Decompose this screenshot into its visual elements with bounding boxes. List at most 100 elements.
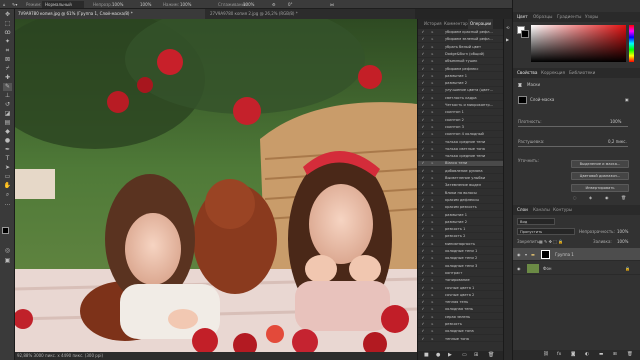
dialog-toggle-icon[interactable]: ▸ — [430, 103, 435, 108]
tab-document-2[interactable]: 27V9A9780 копия 2.jpg @ 26,2% (RGB/8) * — [207, 9, 357, 19]
new-layer-icon[interactable]: ⊞ — [613, 350, 617, 360]
check-icon[interactable]: ✓ — [421, 30, 425, 35]
check-icon[interactable]: ✓ — [421, 322, 425, 327]
density-slider[interactable] — [518, 126, 628, 127]
action-item[interactable]: ✓ ▸ Blanco тени — [418, 161, 503, 168]
foreground-color-swatch[interactable] — [2, 227, 9, 234]
blur-tool-icon[interactable]: ◆ — [3, 128, 12, 136]
add-mask-icon[interactable]: ◙ — [571, 350, 575, 360]
dialog-toggle-icon[interactable]: ▸ — [430, 81, 435, 86]
action-item[interactable]: ✓ ▸ убираем красный рефл... — [418, 30, 503, 36]
dialog-toggle-icon[interactable]: ▸ — [430, 315, 435, 320]
action-item[interactable]: ✓ ▸ красим дефлексы — [418, 198, 503, 204]
dialog-toggle-icon[interactable]: ▸ — [430, 249, 435, 254]
eyedropper-tool-icon[interactable]: ⌿ — [3, 65, 12, 73]
action-item[interactable]: ✓ ▸ скинтон 2 — [418, 118, 503, 124]
check-icon[interactable]: ✓ — [421, 315, 425, 320]
delete-mask-icon[interactable]: 🗑 — [621, 195, 626, 200]
density-value[interactable]: 100% — [610, 119, 621, 124]
action-item[interactable]: ✓ ▸ резкость — [418, 322, 503, 328]
dialog-toggle-icon[interactable]: ▸ — [430, 300, 435, 305]
check-icon[interactable]: ✓ — [421, 88, 425, 93]
more-tools-icon[interactable]: … — [3, 200, 12, 208]
lock-icons[interactable]: ▦ ✎ ✥ ⬚ 🔒 — [539, 239, 563, 244]
check-icon[interactable]: ✓ — [421, 256, 425, 261]
dialog-toggle-icon[interactable]: ▸ — [430, 293, 435, 298]
action-item[interactable]: ✓ ▸ размытие 2 — [418, 81, 503, 87]
mask-thumbnail[interactable] — [518, 96, 527, 104]
link-icon[interactable]: ⛓ — [543, 350, 549, 360]
tab-adjustments[interactable]: Коррекция — [541, 68, 565, 78]
action-item[interactable]: ✓ ▸ Затемнение выдел — [418, 183, 503, 190]
check-icon[interactable]: ✓ — [421, 234, 425, 239]
tab-actions[interactable]: Операции — [468, 19, 494, 29]
action-item[interactable]: ✓ ▸ Четкость и микроконтр... — [418, 103, 503, 109]
tab-patterns[interactable]: Узоры — [585, 12, 598, 22]
dialog-toggle-icon[interactable]: ▸ — [430, 278, 435, 283]
quick-select-tool-icon[interactable]: ✦ — [3, 38, 12, 46]
trash-icon[interactable]: 🗑 — [488, 351, 494, 360]
zoom-tool-icon[interactable]: ⌕ — [3, 191, 12, 199]
tab-history[interactable]: История — [422, 19, 444, 29]
check-icon[interactable]: ✓ — [421, 81, 425, 86]
action-item[interactable]: ✓ ▸ размытие 2 — [418, 220, 503, 226]
action-item[interactable]: ✓ ▸ тонирование — [418, 278, 503, 284]
eye-icon[interactable]: ◉ — [517, 248, 521, 261]
check-icon[interactable]: ✓ — [421, 140, 425, 145]
dialog-toggle-icon[interactable]: ▸ — [430, 256, 435, 261]
action-item[interactable]: ✓ ▸ холодные тени 2 — [418, 256, 503, 263]
check-icon[interactable]: ✓ — [421, 249, 425, 254]
dialog-toggle-icon[interactable]: ▸ — [430, 125, 435, 130]
check-icon[interactable]: ✓ — [421, 271, 425, 276]
check-icon[interactable]: ✓ — [421, 293, 425, 298]
check-icon[interactable]: ✓ — [421, 67, 425, 72]
dialog-toggle-icon[interactable]: ▸ — [430, 169, 435, 174]
lasso-tool-icon[interactable]: ꝏ — [3, 29, 12, 37]
dialog-toggle-icon[interactable]: ▸ — [430, 37, 435, 42]
dialog-toggle-icon[interactable]: ▸ — [430, 147, 435, 152]
dialog-toggle-icon[interactable]: ▸ — [430, 67, 435, 72]
action-item[interactable]: ✓ ▸ размытие 1 — [418, 213, 503, 219]
tab-libraries[interactable]: Библиотеки — [569, 68, 595, 78]
check-icon[interactable]: ✓ — [421, 161, 425, 166]
dialog-toggle-icon[interactable]: ▸ — [430, 161, 435, 166]
check-icon[interactable]: ✓ — [421, 329, 425, 334]
action-item[interactable]: ✓ ▸ убираем рефлекс — [418, 67, 503, 73]
tab-properties[interactable]: Свойства — [517, 68, 537, 78]
action-item[interactable]: ✓ ▸ холодная тень — [418, 307, 503, 314]
play-icon[interactable]: ▶ — [448, 351, 452, 360]
layer-filter-select[interactable]: Вид — [517, 218, 555, 225]
check-icon[interactable]: ✓ — [421, 300, 425, 305]
history-icon[interactable]: ⟲ — [506, 25, 509, 30]
pen-tool-icon[interactable]: ✒ — [3, 146, 12, 154]
move-tool-icon[interactable]: ✥ — [3, 11, 12, 19]
feather-slider[interactable] — [518, 146, 628, 147]
dialog-toggle-icon[interactable]: ▸ — [430, 183, 435, 188]
check-icon[interactable]: ✓ — [421, 213, 425, 218]
mode-select[interactable]: Нормальный — [42, 1, 84, 8]
action-item[interactable]: ✓ ▸ улучшение цвета (цвет... — [418, 88, 503, 95]
tab-document-1[interactable]: 7V9A9780 копия.jpg @ 61% (Группа 1, Слой… — [15, 9, 205, 19]
dialog-toggle-icon[interactable]: ▸ — [430, 234, 435, 239]
check-icon[interactable]: ✓ — [421, 37, 425, 42]
tab-paths[interactable]: Контуры — [553, 205, 572, 215]
dialog-toggle-icon[interactable]: ▸ — [430, 154, 435, 159]
brush-tool-icon[interactable]: ✎ — [3, 83, 12, 91]
new-action-icon[interactable]: ⊞ — [474, 351, 478, 360]
tab-color[interactable]: Цвет — [517, 12, 528, 22]
dialog-toggle-icon[interactable]: ▸ — [430, 59, 435, 64]
action-item[interactable]: ✓ ▸ холодные тона — [418, 329, 503, 336]
symmetry-icon[interactable]: ⋈ — [330, 0, 334, 8]
action-item[interactable]: ✓ ▸ скинтон 3 — [418, 125, 503, 131]
check-icon[interactable]: ✓ — [421, 242, 425, 247]
check-icon[interactable]: ✓ — [421, 307, 425, 312]
check-icon[interactable]: ✓ — [421, 264, 425, 269]
path-select-tool-icon[interactable]: ➤ — [3, 164, 12, 172]
action-item[interactable]: ✓ ▸ резкость 1 — [418, 227, 503, 233]
check-icon[interactable]: ✓ — [421, 103, 425, 108]
dialog-toggle-icon[interactable]: ▸ — [430, 227, 435, 232]
dialog-toggle-icon[interactable]: ▸ — [430, 140, 435, 145]
check-icon[interactable]: ✓ — [421, 227, 425, 232]
dialog-toggle-icon[interactable]: ▸ — [430, 30, 435, 35]
tab-gradients[interactable]: Градиенты — [557, 12, 581, 22]
